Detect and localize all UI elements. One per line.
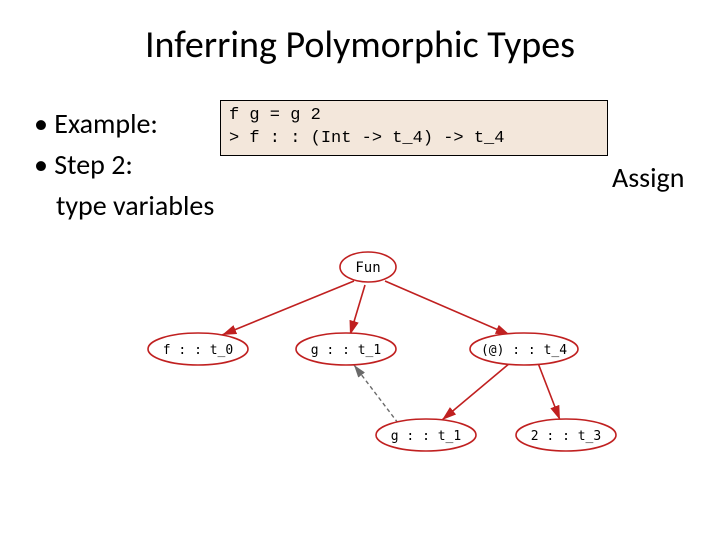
node-f: f : : t_0 [163,343,233,358]
label-assign: Assign [612,160,684,195]
type-tree-diagram: Fun f : : t_0 g : : t_1 (@) : : t_4 g : … [140,240,620,530]
node-two: 2 : : t_3 [531,429,601,444]
bullet-example: Example: [34,106,244,141]
bullet-step2-cont: type variables [34,188,244,223]
node-fun: Fun [355,260,380,276]
code-line-2: > f : : (Int -> t_4) -> t_4 [229,129,504,148]
code-line-1: f g = g 2 [229,106,321,125]
slide-title: Inferring Polymorphic Types [0,0,720,68]
node-app: (@) : : t_4 [481,343,567,358]
node-g2: g : : t_1 [391,429,461,444]
node-g: g : : t_1 [311,343,381,358]
bullet-step2: Step 2: [34,147,244,182]
code-box: f g = g 2 > f : : (Int -> t_4) -> t_4 [220,100,608,156]
